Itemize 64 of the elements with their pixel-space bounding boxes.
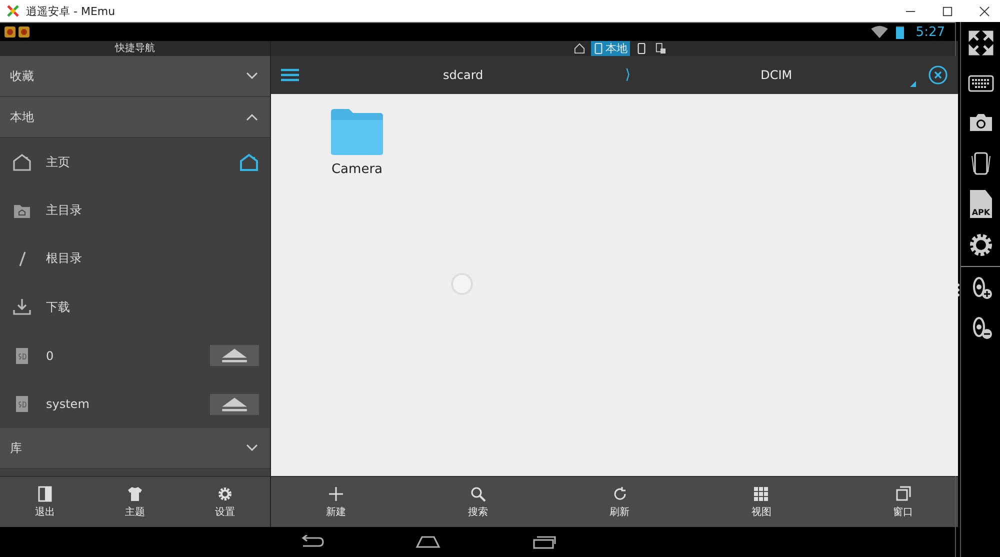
toolbar-button[interactable]: 窗口 <box>858 486 948 518</box>
chevron-icon <box>246 444 258 452</box>
eject-button[interactable] <box>210 345 259 366</box>
drawer-item[interactable]: 0 <box>0 332 270 380</box>
home-icon <box>12 153 32 172</box>
battery-icon <box>896 26 904 38</box>
close-button[interactable] <box>979 6 990 16</box>
drawer-item[interactable]: 下载 <box>0 283 270 332</box>
notification-icon <box>4 26 16 38</box>
wifi-icon <box>870 26 888 38</box>
location-tab[interactable]: 本地 <box>590 41 630 56</box>
breadcrumb-separator: ⟩ <box>625 67 631 83</box>
recent-apps-button[interactable] <box>530 535 556 549</box>
section-header[interactable]: 库 <box>0 428 270 470</box>
eject-icon <box>221 396 248 413</box>
maximize-button[interactable] <box>942 6 953 16</box>
drawer-item[interactable]: system <box>0 380 270 428</box>
toolbar-button[interactable]: 搜索 <box>432 486 523 518</box>
corner-triangle-icon <box>910 81 916 87</box>
eject-button[interactable] <box>210 394 259 415</box>
clock: 5:27 <box>916 24 945 40</box>
notification-icon <box>18 26 30 38</box>
home-button[interactable] <box>414 535 440 549</box>
close-icon[interactable] <box>928 65 948 85</box>
home-icon <box>574 43 585 54</box>
toolbar-button[interactable]: 刷新 <box>574 486 665 518</box>
refresh-icon <box>612 486 628 502</box>
location-tab[interactable] <box>572 41 587 56</box>
search-icon <box>470 486 486 502</box>
file-name[interactable]: Camera <box>331 162 383 177</box>
toolbar-button[interactable]: 主题 <box>90 486 180 518</box>
chevron-icon <box>246 72 258 80</box>
section-header[interactable]: 本地 <box>0 97 270 138</box>
eject-icon <box>221 347 248 364</box>
download-icon <box>12 298 32 316</box>
drawer-item[interactable]: 主页 <box>0 138 270 186</box>
apk-file-icon[interactable]: APK <box>970 190 992 218</box>
devices-icon <box>654 43 666 54</box>
settings-icon[interactable] <box>968 232 994 258</box>
toolbar-button[interactable]: 视图 <box>716 486 806 518</box>
breadcrumb-item[interactable]: DCIM <box>760 68 792 82</box>
drawer-item[interactable]: 根目录 <box>0 234 270 284</box>
plus-icon <box>328 486 344 502</box>
chevron-icon <box>246 113 258 121</box>
windows-icon <box>895 486 912 502</box>
window-title: 逍遥安卓 - MEmu <box>26 4 116 18</box>
settings-icon <box>217 486 233 502</box>
shirt-icon <box>127 486 143 502</box>
home-icon[interactable] <box>239 153 259 172</box>
fullscreen-icon[interactable] <box>968 30 994 56</box>
toolbar-button[interactable]: 退出 <box>0 486 90 518</box>
menu-icon[interactable] <box>281 68 299 82</box>
phone-icon <box>636 43 647 54</box>
toolbar-button[interactable]: 设置 <box>180 486 270 518</box>
exit-icon <box>37 486 53 502</box>
section-header[interactable]: 收藏 <box>0 56 270 97</box>
app-logo-icon <box>6 4 20 18</box>
drawer-title: 快捷导航 <box>0 41 270 56</box>
phone-icon <box>592 43 604 54</box>
toolbar-button[interactable]: 新建 <box>291 486 381 518</box>
grid-icon <box>753 486 770 502</box>
drag-handle-icon[interactable] <box>956 282 960 296</box>
drawer-item[interactable]: 主目录 <box>0 186 270 235</box>
breadcrumb-item[interactable]: sdcard <box>443 68 484 82</box>
